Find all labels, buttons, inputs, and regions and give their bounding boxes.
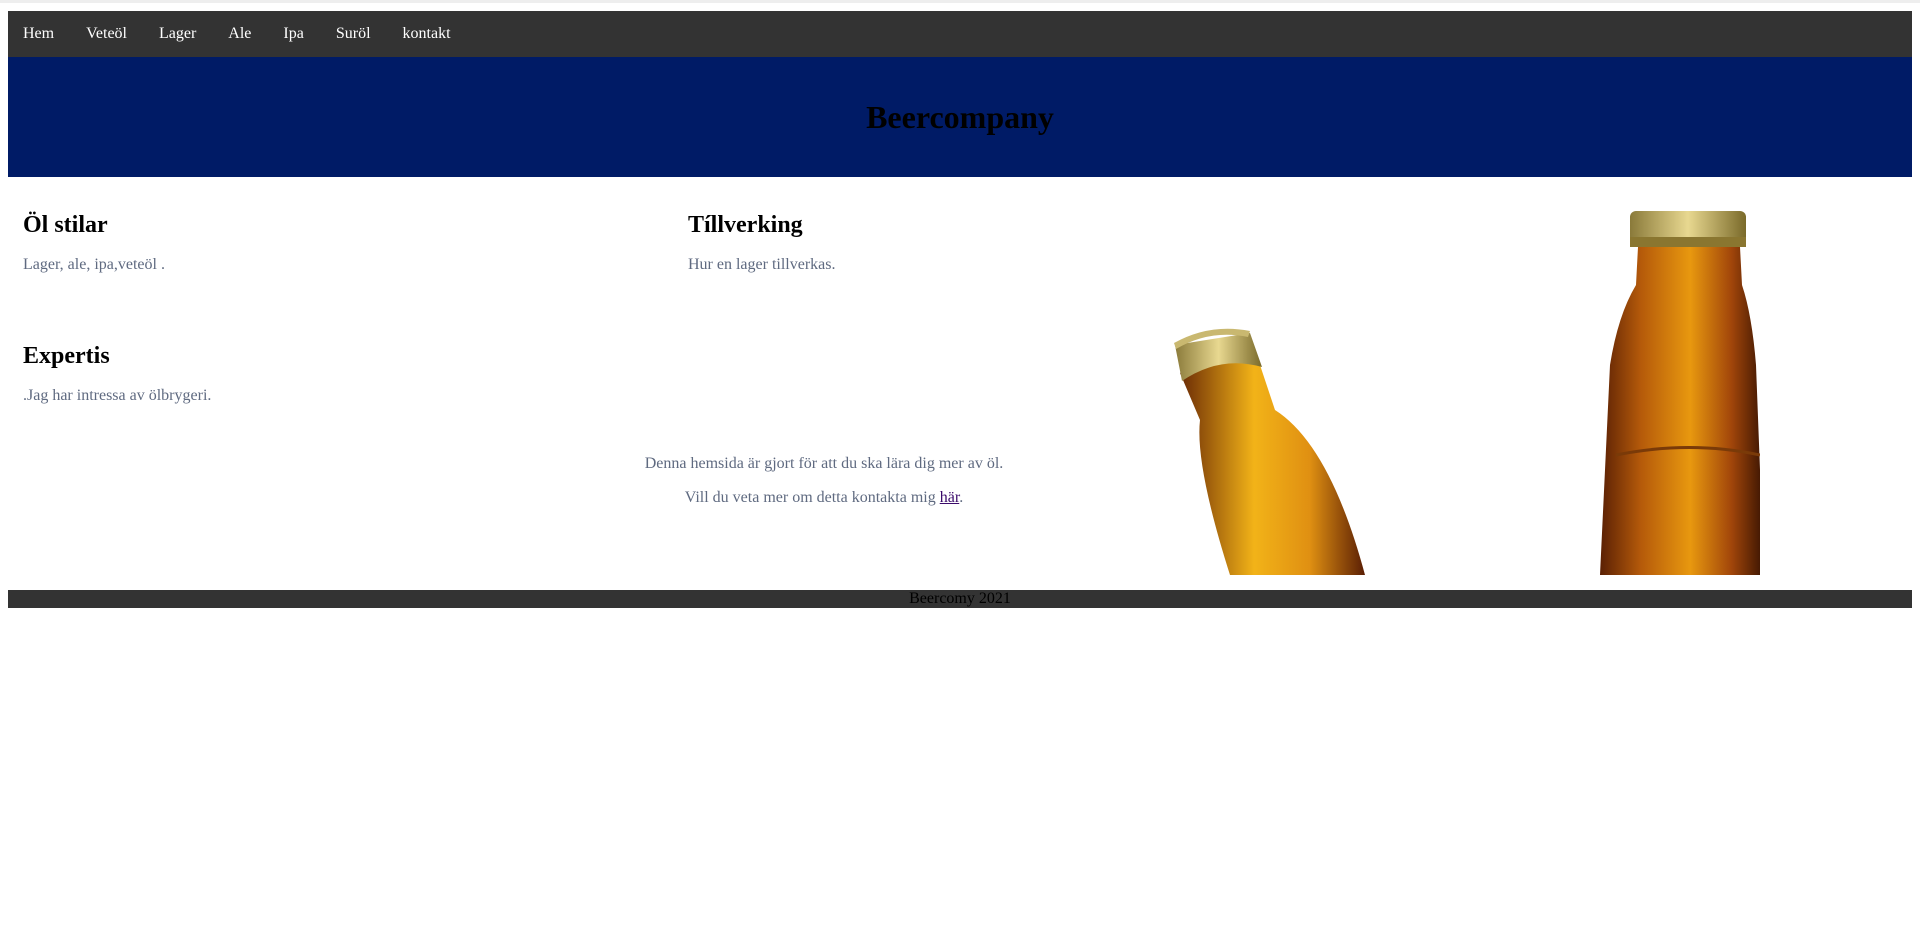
- top-nav: Hem Veteöl Lager Ale Ipa Suröl kontakt: [8, 11, 1912, 57]
- section-styles-heading: Öl stilar: [23, 212, 108, 238]
- nav-item-lager[interactable]: Lager: [159, 25, 196, 43]
- section-production: Tíllverking Hur en lager tillverkas.: [688, 212, 836, 274]
- top-border: [0, 0, 1920, 3]
- nav-item-surol[interactable]: Suröl: [336, 25, 371, 43]
- site-title: Beercompany: [866, 98, 1054, 135]
- info-line-2-suffix: .: [959, 489, 964, 506]
- site-header: Beercompany: [8, 57, 1912, 177]
- nav-item-ipa[interactable]: Ipa: [283, 25, 303, 43]
- beer-bottles-image: [1174, 211, 1760, 575]
- nav-item-veteol[interactable]: Veteöl: [86, 25, 127, 43]
- footer-text: Beercomy 2021: [909, 590, 1011, 607]
- section-expertise-text: .Jag har intressa av ölbrygeri.: [23, 387, 212, 404]
- main-content: Öl stilar Lager, ale, ipa,veteöl . Tíllv…: [8, 177, 1912, 590]
- site-footer: Beercomy 2021: [8, 590, 1912, 608]
- info-line-2-prefix: Vill du veta mer om detta kontakta mig: [684, 489, 940, 506]
- nav-item-hem[interactable]: Hem: [23, 25, 54, 43]
- section-production-text: Hur en lager tillverkas.: [688, 256, 836, 273]
- nav-item-ale[interactable]: Ale: [228, 25, 251, 43]
- section-styles-text: Lager, ale, ipa,veteöl .: [23, 256, 165, 273]
- upright-bottle: [1600, 211, 1760, 575]
- contact-link[interactable]: här: [940, 489, 960, 506]
- section-expertise: Expertis .Jag har intressa av ölbrygeri.: [23, 343, 211, 405]
- section-production-heading: Tíllverking: [688, 212, 803, 238]
- section-styles: Öl stilar Lager, ale, ipa,veteöl .: [23, 212, 165, 274]
- nav-item-kontakt[interactable]: kontakt: [403, 25, 451, 43]
- section-expertise-heading: Expertis: [23, 343, 110, 369]
- tilted-bottle: [1174, 328, 1365, 575]
- page: Hem Veteöl Lager Ale Ipa Suröl kontakt B…: [8, 11, 1912, 608]
- info-text: Denna hemsida är gjort för att du ska lä…: [574, 455, 1074, 523]
- info-line-1: Denna hemsida är gjort för att du ska lä…: [644, 455, 1004, 472]
- info-line-2: Vill du veta mer om detta kontakta mig h…: [574, 489, 1074, 507]
